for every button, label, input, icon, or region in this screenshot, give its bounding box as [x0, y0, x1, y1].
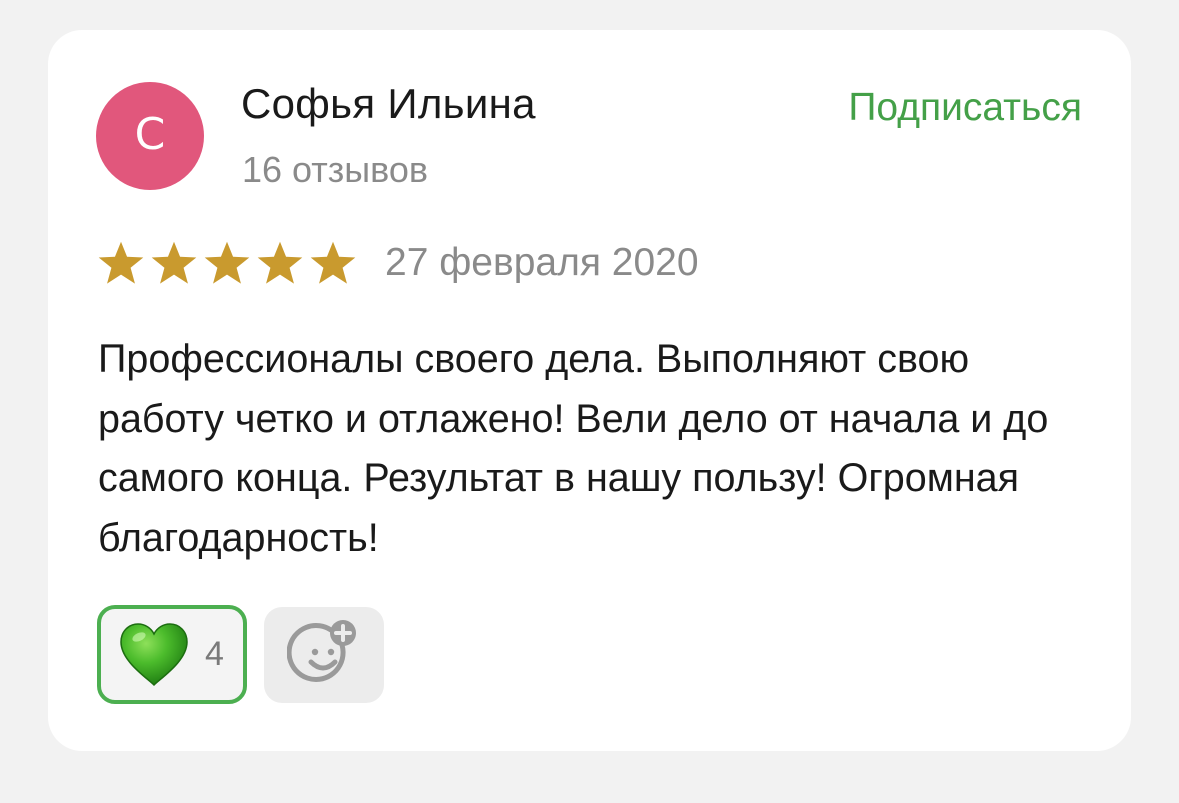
author-name[interactable]: Софья Ильина — [241, 80, 536, 128]
add-reaction-smiley-icon — [287, 618, 361, 692]
avatar[interactable]: С — [96, 82, 204, 190]
rating-stars — [96, 240, 358, 288]
review-text: Профессионалы своего дела. Выполняют сво… — [98, 337, 1049, 560]
star-icon — [96, 240, 146, 288]
star-icon — [149, 240, 199, 288]
green-heart-icon — [117, 621, 191, 689]
star-icon — [202, 240, 252, 288]
like-reaction-button[interactable]: 4 — [97, 605, 247, 704]
like-count: 4 — [205, 635, 224, 673]
author-review-count: 16 отзывов — [242, 149, 429, 190]
subscribe-button[interactable]: Подписаться — [848, 86, 1082, 130]
review-date: 27 февраля 2020 — [385, 241, 699, 284]
review-card: С Софья Ильина 16 отзывов Подписаться 27… — [48, 30, 1131, 751]
star-icon — [308, 240, 358, 288]
star-icon — [255, 240, 305, 288]
add-reaction-button[interactable] — [264, 607, 384, 703]
avatar-initial: С — [134, 109, 166, 160]
